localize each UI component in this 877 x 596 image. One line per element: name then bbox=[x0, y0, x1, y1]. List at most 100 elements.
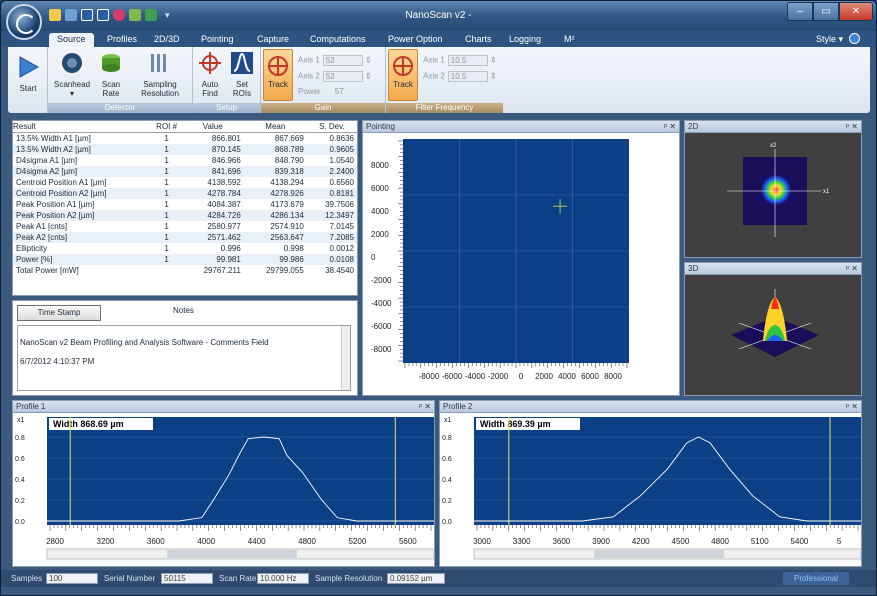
view-3d-title-bar: 3D ᵖ ✕ bbox=[685, 263, 861, 275]
table-row: Ellipticity 1 0.996 0.998 0.0012 bbox=[13, 243, 357, 254]
gain-axis1-input[interactable]: 52 bbox=[322, 55, 363, 66]
pointing-x-tick: -4000 bbox=[465, 372, 486, 381]
table-cell: Peak A1 [cnts] bbox=[16, 221, 68, 231]
results-column-header[interactable]: Result bbox=[13, 121, 152, 133]
panel-controls-icon[interactable]: ᵖ ✕ bbox=[419, 401, 431, 413]
auto-find-button[interactable]: Auto Find bbox=[195, 51, 225, 98]
y-axis-area bbox=[440, 413, 474, 525]
maximize-button[interactable]: ▭ bbox=[813, 2, 839, 21]
tab-computations[interactable]: Computations bbox=[310, 33, 366, 47]
panel-controls-icon[interactable]: ᵖ ✕ bbox=[664, 121, 676, 133]
gain-track-button[interactable]: Track bbox=[263, 49, 293, 101]
profile-plot-area bbox=[474, 417, 861, 525]
table-cell: 870.145 bbox=[181, 143, 244, 155]
profile-x-tick: 4800 bbox=[711, 537, 729, 546]
table-cell: 7.2085 bbox=[306, 231, 357, 243]
scan-rate-icon bbox=[102, 54, 120, 72]
tab-profiles[interactable]: Profiles bbox=[107, 33, 137, 47]
results-column-header[interactable]: Mean bbox=[243, 121, 307, 133]
panel-controls-icon[interactable]: ᵖ ✕ bbox=[846, 121, 858, 133]
notes-panel: Time Stamp Notes NanoScan v2 Beam Profil… bbox=[12, 300, 358, 396]
table-cell: 4084.387 bbox=[207, 199, 241, 209]
table-row: 13.5% Width A2 [µm] 1 870.145 868.789 0.9605 bbox=[13, 143, 357, 155]
table-cell: 13.5% Width A2 [µm] bbox=[13, 143, 152, 155]
table-cell: 866.801 bbox=[211, 133, 241, 143]
panel-controls-icon[interactable]: ᵖ ✕ bbox=[846, 401, 858, 413]
table-cell: 1.0540 bbox=[329, 155, 354, 165]
pointing-y-tick: 6000 bbox=[371, 184, 389, 193]
notes-title: Notes bbox=[173, 306, 194, 315]
tab-m2[interactable]: M² bbox=[564, 33, 575, 47]
filter-axis1-input[interactable]: 10.5 bbox=[447, 55, 488, 66]
start-button[interactable]: Start bbox=[12, 55, 44, 93]
samples-field: 100 bbox=[46, 573, 98, 584]
gain-group-label: Gain bbox=[261, 103, 385, 113]
pointing-title-bar: Pointing ᵖ ✕ bbox=[363, 121, 679, 133]
table-cell: 38.4540 bbox=[325, 265, 354, 275]
table-cell: 2.2400 bbox=[306, 165, 357, 177]
table-row: Centroid Position A1 [µm] 1 4138.592 4138.2… bbox=[13, 177, 357, 188]
minimize-button[interactable]: – bbox=[787, 2, 813, 21]
results-column-header[interactable]: ROI # bbox=[151, 121, 182, 133]
profile-2-title-bar: Profile 2 ᵖ ✕ bbox=[440, 401, 861, 413]
filter-axis2-input[interactable]: 10.5 bbox=[447, 71, 488, 82]
table-cell: 868.789 bbox=[243, 143, 307, 155]
tab-charts[interactable]: Charts bbox=[465, 33, 492, 47]
application-menu-button[interactable] bbox=[6, 4, 42, 40]
tab-source[interactable]: Source bbox=[49, 33, 94, 47]
view-2d-title: 2D bbox=[688, 122, 699, 131]
panel-controls-icon[interactable]: ᵖ ✕ bbox=[846, 263, 858, 275]
sampling-resolution-button[interactable]: Sampling Resolution bbox=[130, 51, 190, 98]
tab-logging[interactable]: Logging bbox=[509, 33, 541, 47]
profile-1-title-bar: Profile 1 ᵖ ✕ bbox=[13, 401, 434, 413]
table-cell: 0.0012 bbox=[329, 243, 354, 253]
scan-rate-button[interactable]: Scan Rate bbox=[96, 51, 126, 98]
profile-x-tick: 5100 bbox=[751, 537, 769, 546]
profile-2-title: Profile 2 bbox=[443, 402, 473, 411]
gain-track-label: Track bbox=[268, 80, 288, 89]
set-rois-button[interactable]: Set ROIs bbox=[227, 51, 257, 98]
filter-group-label: Filter Frequency bbox=[386, 103, 503, 113]
spin-icon[interactable]: ⇕ bbox=[365, 56, 372, 65]
table-row: Peak Position A1 [µm] 1 4084.387 4173.679 39… bbox=[13, 199, 357, 210]
help-icon[interactable] bbox=[849, 33, 860, 44]
spin-icon[interactable]: ⇕ bbox=[490, 72, 497, 81]
profile-y-tick: 0.2 bbox=[15, 498, 25, 505]
detector-group: Scanhead ▾ Scan Rate Sampling Resolution … bbox=[48, 47, 193, 113]
pointing-y-tick: 4000 bbox=[371, 207, 389, 216]
table-row: Peak Position A2 [µm] 1 4284.726 4286.134 12… bbox=[13, 209, 357, 221]
tab-2d3d[interactable]: 2D/3D bbox=[154, 33, 180, 47]
profile-axis-label: x1 bbox=[444, 417, 452, 424]
spin-icon[interactable]: ⇕ bbox=[490, 56, 497, 65]
start-group: Start bbox=[8, 47, 48, 113]
style-menu[interactable]: Style ▾ bbox=[816, 33, 843, 47]
close-button[interactable]: ✕ bbox=[839, 2, 873, 21]
filter-track-button[interactable]: Track bbox=[388, 49, 418, 101]
tab-capture[interactable]: Capture bbox=[257, 33, 289, 47]
table-cell: 0.998 bbox=[283, 243, 304, 253]
comments-scrollbar[interactable] bbox=[341, 326, 350, 390]
table-cell: D4sigma A1 [µm] bbox=[16, 155, 78, 165]
spin-icon[interactable]: ⇕ bbox=[365, 72, 372, 81]
pointing-title: Pointing bbox=[366, 122, 395, 131]
tab-pointing[interactable]: Pointing bbox=[201, 33, 234, 47]
profile-y-tick: 0.4 bbox=[15, 477, 25, 484]
table-cell: Peak Position A1 [µm] bbox=[16, 199, 95, 209]
comments-field[interactable]: NanoScan v2 Beam Profiling and Analysis … bbox=[17, 325, 351, 391]
pointing-panel: Pointing ᵖ ✕ 8000 6000 4000 2000 0 -2000 -4000-… bbox=[362, 120, 680, 396]
tab-power-option[interactable]: Power Option bbox=[388, 33, 443, 47]
filter-frequency-group: Track Axis 1 10.5 ⇕ Axis 2 10.5 ⇕ Filter F… bbox=[386, 47, 506, 113]
time-stamp-button[interactable]: Time Stamp bbox=[17, 305, 101, 321]
scanhead-button[interactable]: Scanhead ▾ bbox=[50, 51, 94, 98]
title-bar: ▾ NanoScan v2 - – ▭ ✕ bbox=[1, 1, 876, 31]
profile-1-panel: Profile 1 ᵖ ✕ x1 Width 868.69 µm 0.8 0.6 0.4 0… bbox=[12, 400, 435, 567]
table-cell: 0.996 bbox=[220, 243, 241, 253]
table-cell: 1 bbox=[164, 155, 169, 165]
gain-axis2-input[interactable]: 52 bbox=[322, 71, 363, 82]
scrollbar-thumb bbox=[167, 550, 297, 558]
results-column-header[interactable]: Value bbox=[181, 121, 244, 133]
table-cell: 13.5% Width A1 [µm] bbox=[16, 133, 91, 143]
table-cell: 7.0145 bbox=[329, 221, 354, 231]
results-column-header[interactable]: S. Dev. bbox=[306, 121, 357, 133]
start-label: Start bbox=[19, 84, 37, 93]
